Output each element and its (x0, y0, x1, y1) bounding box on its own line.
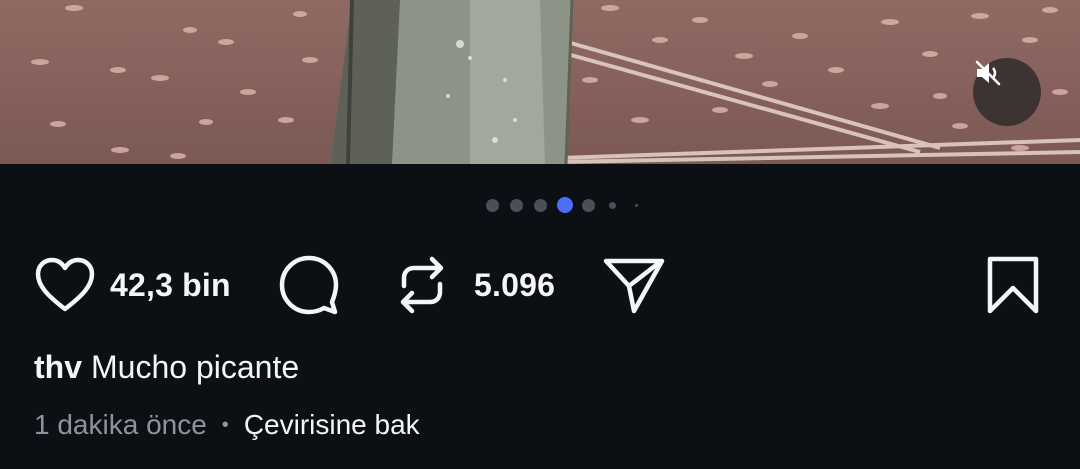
mute-toggle-button[interactable] (973, 58, 1041, 126)
carousel-dot (510, 199, 523, 212)
carousel-indicator (0, 197, 1080, 213)
post-media[interactable] (0, 0, 1080, 164)
carousel-dot (609, 202, 616, 209)
comment-button[interactable] (277, 246, 341, 324)
translate-link[interactable]: Çevirisine bak (244, 409, 420, 441)
meta-separator: • (221, 413, 229, 436)
repost-count[interactable]: 5.096 (474, 267, 555, 304)
carousel-dot (486, 199, 499, 212)
carousel-dot (534, 199, 547, 212)
caption-text: Mucho picante (91, 349, 300, 385)
post-timestamp: 1 dakika önce (34, 409, 207, 440)
repost-icon[interactable] (396, 254, 448, 316)
post-meta: 1 dakika önce • Çevirisine bak (34, 409, 420, 441)
like-count[interactable]: 42,3 bin (110, 267, 231, 304)
action-bar: 42,3 bin 5.096 (0, 246, 1080, 324)
heart-icon[interactable] (34, 256, 96, 314)
post-caption: thv Mucho picante (34, 349, 299, 386)
carousel-dot (582, 199, 595, 212)
comment-bubble-icon[interactable] (277, 253, 341, 317)
bookmark-icon[interactable] (986, 255, 1040, 315)
repost-button[interactable]: 5.096 (396, 246, 555, 324)
save-button[interactable] (986, 246, 1040, 324)
caption-username[interactable]: thv (34, 349, 82, 385)
share-button[interactable] (602, 246, 666, 324)
carousel-dot (635, 204, 638, 207)
send-icon[interactable] (602, 253, 666, 317)
like-button[interactable]: 42,3 bin (34, 246, 231, 324)
carousel-dot-active (557, 197, 573, 213)
media-image (31, 0, 1080, 164)
